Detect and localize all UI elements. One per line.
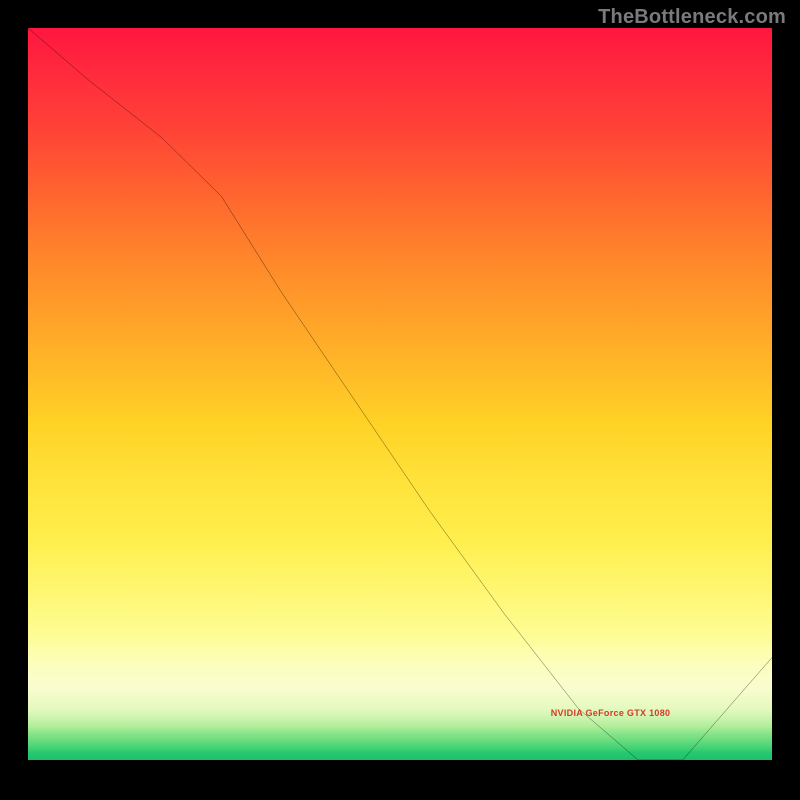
bottleneck-curve (28, 28, 772, 760)
chart-container: TheBottleneck.com NVIDIA GeForce GTX 108… (0, 0, 800, 800)
plot-area: NVIDIA GeForce GTX 1080 (28, 28, 772, 760)
overlay-label: NVIDIA GeForce GTX 1080 (551, 708, 671, 718)
watermark-text: TheBottleneck.com (598, 6, 786, 29)
